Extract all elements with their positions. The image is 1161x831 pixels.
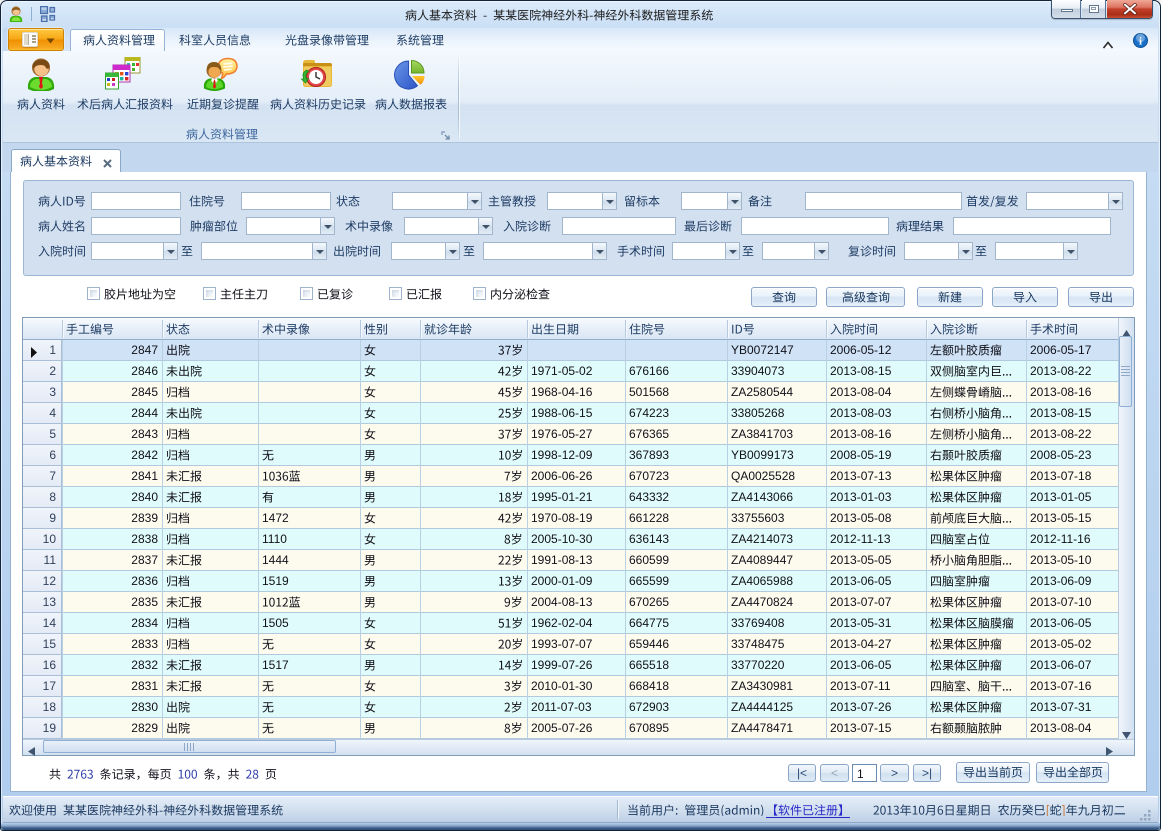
- svg-text:i: i: [1139, 36, 1142, 48]
